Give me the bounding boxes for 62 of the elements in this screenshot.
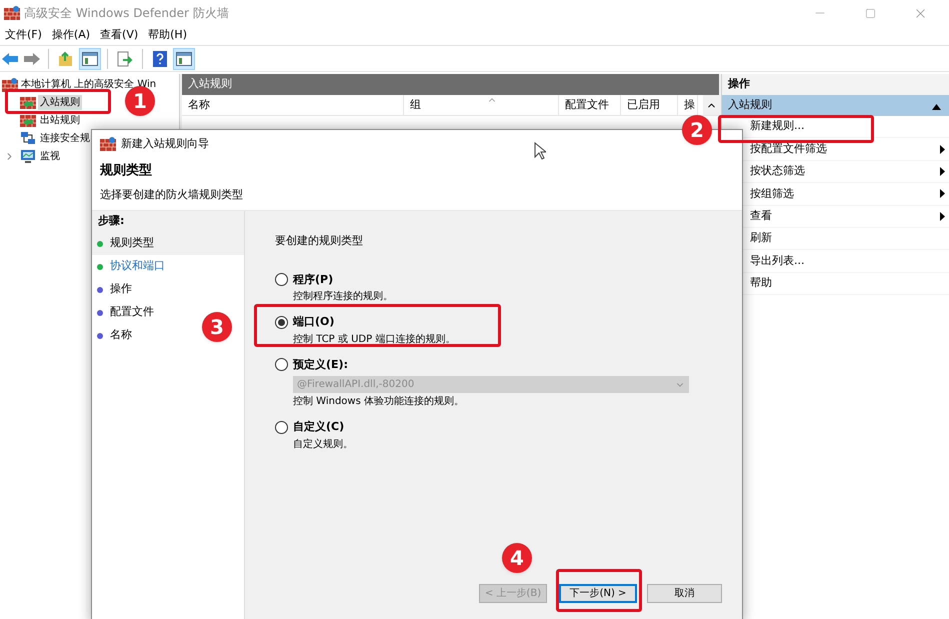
- brick-wall-icon: [20, 95, 36, 109]
- monitor-icon: [20, 148, 36, 164]
- action-item[interactable]: 新建规则...: [750, 118, 804, 135]
- step-label: 配置文件: [110, 304, 154, 320]
- network-icon: [20, 130, 36, 146]
- step-label: 操作: [110, 281, 132, 298]
- option-description: 控制 Windows 体验功能连接的规则。: [293, 394, 465, 409]
- menu-item[interactable]: 帮助(H): [144, 27, 191, 44]
- option-label[interactable]: 端口(O): [293, 314, 334, 330]
- column-header[interactable]: 名称: [182, 95, 404, 115]
- panel-header: 入站规则: [182, 74, 719, 95]
- submenu-arrow-icon: [940, 144, 945, 154]
- radio-button[interactable]: [275, 273, 288, 286]
- tree-item[interactable]: 出站规则: [38, 112, 82, 128]
- maximize-icon[interactable]: [864, 8, 876, 18]
- dialog-title: 新建入站规则向导: [121, 136, 209, 152]
- tree-item[interactable]: 监视: [38, 148, 62, 164]
- column-header[interactable]: 已启用: [621, 95, 678, 115]
- dialog-button[interactable]: 下一步(N) >: [559, 584, 637, 603]
- firewall-icon: [100, 137, 116, 151]
- radio-button[interactable]: [275, 358, 288, 372]
- action-item[interactable]: 查看: [750, 208, 772, 224]
- actions-header: 操作: [722, 74, 949, 95]
- step-label: 名称: [110, 327, 132, 344]
- option-label[interactable]: 自定义(C): [293, 419, 344, 436]
- column-header[interactable]: 组: [404, 95, 559, 115]
- window-title: 高级安全 Windows Defender 防火墙: [24, 5, 229, 22]
- action-item[interactable]: 帮助: [750, 275, 772, 292]
- mouse-pointer-icon: [534, 142, 546, 160]
- tree-item[interactable]: 入站规则: [38, 94, 82, 110]
- action-item[interactable]: 按配置文件筛选: [750, 140, 827, 158]
- action-item[interactable]: 刷新: [750, 230, 772, 247]
- brick-wall-icon: [20, 113, 36, 127]
- menu-item[interactable]: 操作(A): [48, 27, 94, 44]
- radio-button[interactable]: [275, 316, 288, 329]
- dialog-heading: 规则类型: [100, 162, 153, 180]
- steps-title: 步骤:: [92, 211, 244, 232]
- submenu-arrow-icon: [940, 212, 945, 221]
- step-label: 规则类型: [110, 235, 154, 252]
- option-label[interactable]: 程序(P): [293, 272, 334, 288]
- option-description: 控制程序连接的规则。: [293, 290, 394, 304]
- pane-icon[interactable]: [79, 48, 101, 70]
- submenu-arrow-icon: [940, 166, 945, 176]
- dialog-button[interactable]: 取消: [647, 584, 722, 603]
- option-description: 控制 TCP 或 UDP 端口连接的规则。: [293, 332, 456, 346]
- menu-item[interactable]: 查看(V): [96, 27, 142, 44]
- action-item[interactable]: 按组筛选: [750, 186, 794, 202]
- prompt-text: 要创建的规则类型: [275, 233, 364, 249]
- tree-item[interactable]: 连接安全规: [38, 130, 92, 146]
- action-item[interactable]: 按状态筛选: [750, 163, 805, 180]
- step-label[interactable]: 协议和端口: [110, 258, 165, 275]
- submenu-arrow-icon: [940, 189, 945, 198]
- option-label[interactable]: 预定义(E):: [293, 356, 348, 373]
- column-header[interactable]: 配置文件: [559, 95, 621, 115]
- radio-button[interactable]: [275, 420, 288, 434]
- actions-section-header[interactable]: 入站规则: [722, 95, 949, 116]
- action-item[interactable]: 导出列表...: [750, 252, 804, 270]
- pane-icon[interactable]: [173, 48, 195, 70]
- option-description: 自定义规则。: [293, 438, 354, 452]
- dialog-subtitle: 选择要创建的防火墙规则类型: [100, 186, 244, 202]
- menu-item[interactable]: 文件(F): [1, 27, 46, 44]
- app-icon: [4, 6, 20, 20]
